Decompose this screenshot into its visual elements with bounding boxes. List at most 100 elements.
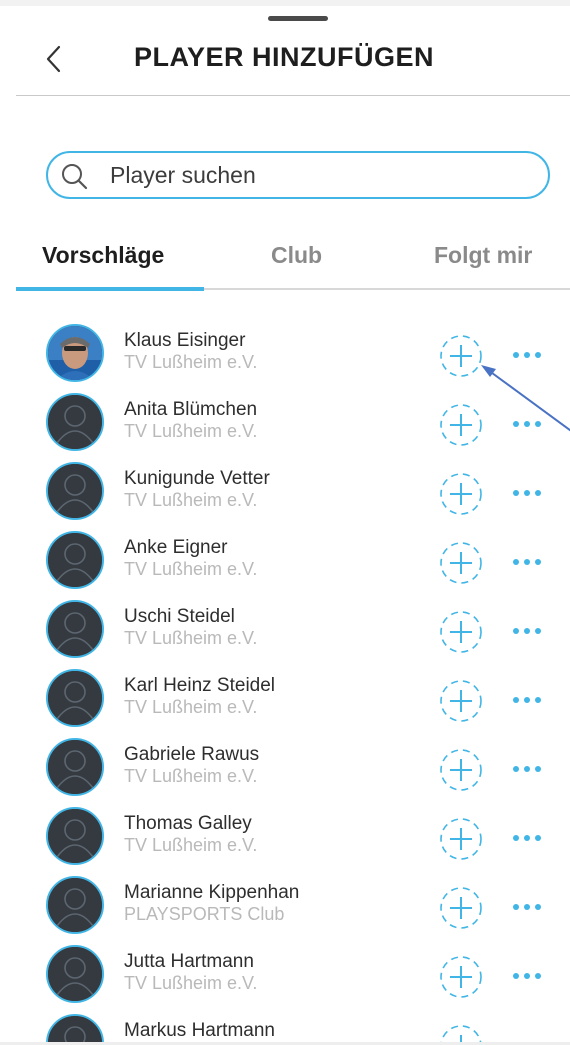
- more-options-button[interactable]: [512, 486, 542, 498]
- add-player-button[interactable]: [438, 540, 484, 586]
- add-player-button[interactable]: [438, 333, 484, 379]
- ellipsis-icon: [513, 766, 541, 772]
- plus-dashed-circle-icon: [440, 680, 482, 722]
- more-options-button[interactable]: [512, 693, 542, 705]
- ellipsis-icon: [513, 490, 541, 496]
- player-name: Gabriele Rawus: [124, 744, 260, 765]
- user-silhouette-icon: [48, 947, 102, 1001]
- avatar[interactable]: [46, 945, 104, 1003]
- search-input[interactable]: [110, 159, 530, 191]
- player-club: TV Lußheim e.V.: [124, 559, 258, 579]
- avatar[interactable]: [46, 669, 104, 727]
- player-list: Klaus Eisinger TV Lußheim e.V. Anita Blümc…: [0, 318, 570, 1045]
- search-icon: [62, 164, 88, 190]
- player-name: Kunigunde Vetter: [124, 468, 270, 489]
- ellipsis-icon: [513, 904, 541, 910]
- player-name: Markus Hartmann: [124, 1020, 275, 1041]
- user-silhouette-icon: [48, 464, 102, 518]
- ellipsis-icon: [513, 559, 541, 565]
- avatar[interactable]: [46, 393, 104, 451]
- ellipsis-icon: [513, 973, 541, 979]
- tab-vorschlaege[interactable]: Vorschläge: [42, 242, 164, 269]
- player-row[interactable]: Anita Blümchen TV Lußheim e.V.: [0, 387, 570, 456]
- player-name: Thomas Galley: [124, 813, 252, 834]
- user-silhouette-icon: [48, 1016, 102, 1045]
- avatar[interactable]: [46, 876, 104, 934]
- user-silhouette-icon: [48, 602, 102, 656]
- avatar[interactable]: [46, 807, 104, 865]
- add-player-button[interactable]: [438, 609, 484, 655]
- add-player-button[interactable]: [438, 885, 484, 931]
- player-club: TV Lußheim e.V.: [124, 766, 258, 786]
- user-silhouette-icon: [48, 809, 102, 863]
- more-options-button[interactable]: [512, 624, 542, 636]
- search-field[interactable]: [46, 151, 550, 199]
- plus-dashed-circle-icon: [440, 818, 482, 860]
- add-player-button[interactable]: [438, 816, 484, 862]
- more-options-button[interactable]: [512, 348, 542, 360]
- user-silhouette-icon: [48, 395, 102, 449]
- avatar[interactable]: [46, 600, 104, 658]
- add-player-button[interactable]: [438, 954, 484, 1000]
- user-silhouette-icon: [48, 671, 102, 725]
- top-edge: [0, 0, 570, 6]
- more-options-button[interactable]: [512, 417, 542, 429]
- sheet-grabber[interactable]: [268, 16, 328, 21]
- plus-dashed-circle-icon: [440, 335, 482, 377]
- player-row[interactable]: Thomas Galley TV Lußheim e.V.: [0, 801, 570, 870]
- ellipsis-icon: [513, 835, 541, 841]
- chevron-left-icon: [46, 45, 61, 73]
- add-player-button[interactable]: [438, 747, 484, 793]
- back-button[interactable]: [40, 44, 70, 74]
- avatar[interactable]: [46, 462, 104, 520]
- more-options-button[interactable]: [512, 831, 542, 843]
- player-row[interactable]: Marianne Kippenhan PLAYSPORTS Club: [0, 870, 570, 939]
- ellipsis-icon: [513, 352, 541, 358]
- add-player-button[interactable]: [438, 402, 484, 448]
- ellipsis-icon: [513, 421, 541, 427]
- avatar[interactable]: [46, 738, 104, 796]
- player-club: PLAYSPORTS Club: [124, 904, 285, 924]
- profile-photo: [48, 326, 102, 380]
- more-options-button[interactable]: [512, 900, 542, 912]
- player-name: Jutta Hartmann: [124, 951, 254, 972]
- avatar[interactable]: [46, 531, 104, 589]
- plus-dashed-circle-icon: [440, 404, 482, 446]
- player-row[interactable]: Anke Eigner TV Lußheim e.V.: [0, 525, 570, 594]
- plus-dashed-circle-icon: [440, 542, 482, 584]
- more-options-button[interactable]: [512, 762, 542, 774]
- tab-bar: Vorschläge Club Folgt mir: [16, 238, 570, 292]
- plus-dashed-circle-icon: [440, 956, 482, 998]
- player-club: TV Lußheim e.V.: [124, 973, 258, 993]
- avatar[interactable]: [46, 324, 104, 382]
- tab-club[interactable]: Club: [271, 242, 322, 269]
- player-name: Klaus Eisinger: [124, 330, 246, 351]
- player-name: Uschi Steidel: [124, 606, 235, 627]
- avatar[interactable]: [46, 1014, 104, 1045]
- ellipsis-icon: [513, 697, 541, 703]
- tab-folgt-mir[interactable]: Folgt mir: [434, 242, 532, 269]
- player-club: TV Lußheim e.V.: [124, 835, 258, 855]
- plus-dashed-circle-icon: [440, 749, 482, 791]
- user-silhouette-icon: [48, 740, 102, 794]
- more-options-button[interactable]: [512, 555, 542, 567]
- player-row[interactable]: Gabriele Rawus TV Lußheim e.V.: [0, 732, 570, 801]
- player-name: Anita Blümchen: [124, 399, 258, 420]
- more-options-button[interactable]: [512, 969, 542, 981]
- player-row[interactable]: Klaus Eisinger TV Lußheim e.V.: [0, 318, 570, 387]
- player-row[interactable]: Jutta Hartmann TV Lußheim e.V.: [0, 939, 570, 1008]
- player-row[interactable]: Markus Hartmann: [0, 1008, 570, 1045]
- player-row[interactable]: Karl Heinz Steidel TV Lußheim e.V.: [0, 663, 570, 732]
- ellipsis-icon: [513, 628, 541, 634]
- add-player-button[interactable]: [438, 678, 484, 724]
- player-name: Marianne Kippenhan: [124, 882, 300, 903]
- user-silhouette-icon: [48, 878, 102, 932]
- player-row[interactable]: Uschi Steidel TV Lußheim e.V.: [0, 594, 570, 663]
- player-club: TV Lußheim e.V.: [124, 352, 258, 372]
- player-row[interactable]: Kunigunde Vetter TV Lußheim e.V.: [0, 456, 570, 525]
- add-player-button[interactable]: [438, 471, 484, 517]
- plus-dashed-circle-icon: [440, 473, 482, 515]
- plus-dashed-circle-icon: [440, 887, 482, 929]
- player-name: Anke Eigner: [124, 537, 228, 558]
- player-club: TV Lußheim e.V.: [124, 421, 258, 441]
